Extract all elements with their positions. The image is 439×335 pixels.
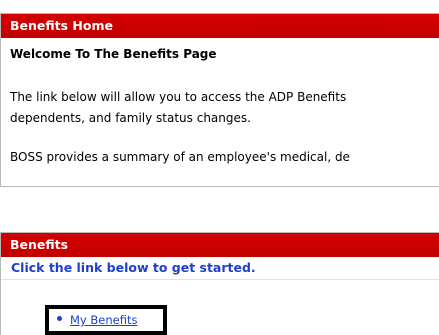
benefits-panel: Benefits Click the link below to get sta…	[0, 232, 439, 335]
boss-summary-text: BOSS provides a summary of an employee's…	[10, 150, 350, 164]
benefits-home-header: Benefits Home	[1, 14, 439, 38]
benefits-home-panel: Benefits Home Welcome To The Benefits Pa…	[0, 13, 439, 187]
bullet-icon	[57, 316, 62, 321]
intro-text: The link below will allow you to access …	[10, 87, 439, 129]
intro-line-1: The link below will allow you to access …	[10, 90, 347, 104]
welcome-heading: Welcome To The Benefits Page	[10, 47, 217, 61]
my-benefits-link[interactable]: My Benefits	[70, 313, 137, 327]
list-item: My Benefits	[49, 309, 163, 331]
benefits-link-list-highlight: My Benefits	[45, 305, 167, 335]
benefits-header: Benefits	[1, 233, 439, 257]
intro-line-2: dependents, and family status changes.	[10, 111, 251, 125]
benefits-home-body: Welcome To The Benefits Page The link be…	[1, 38, 439, 166]
get-started-instruction: Click the link below to get started.	[1, 257, 439, 280]
